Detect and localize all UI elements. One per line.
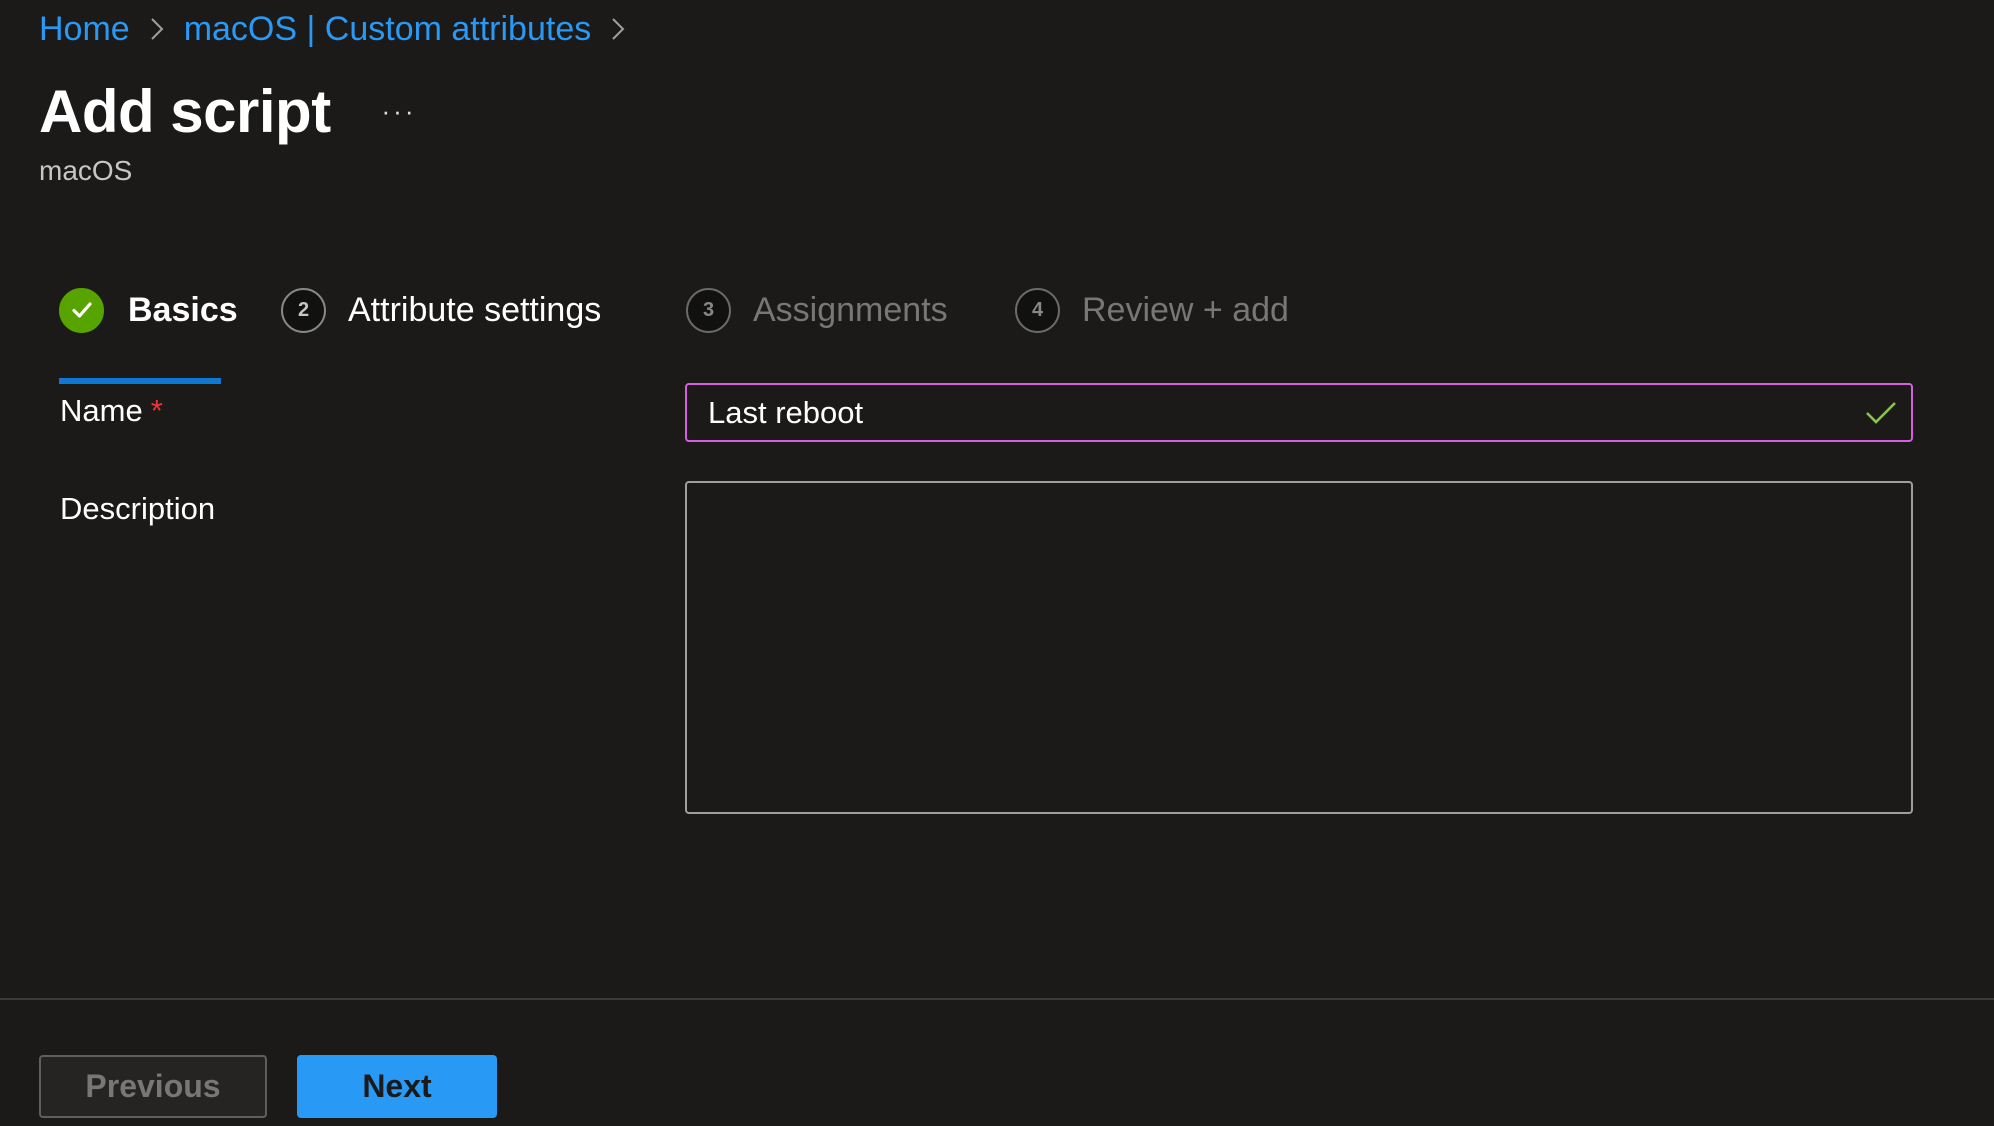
active-tab-indicator xyxy=(59,378,221,384)
tab-label: Attribute settings xyxy=(348,290,602,329)
previous-button[interactable]: Previous xyxy=(39,1055,267,1118)
step-completed-check-icon xyxy=(59,287,104,333)
name-input[interactable] xyxy=(687,385,1863,440)
wizard-steps: Basics 2 Attribute settings 3 Assignment… xyxy=(0,282,1994,386)
valid-check-icon xyxy=(1866,401,1896,424)
next-button[interactable]: Next xyxy=(297,1055,497,1118)
tab-review-add[interactable]: 4 Review + add xyxy=(1015,282,1289,338)
description-textarea[interactable] xyxy=(685,481,1913,814)
breadcrumb-custom-attributes-link[interactable]: macOS | Custom attributes xyxy=(184,10,592,49)
description-label: Description xyxy=(60,491,216,526)
more-options-button[interactable]: ··· xyxy=(378,94,420,128)
breadcrumb-home-link[interactable]: Home xyxy=(39,10,130,49)
step-number-icon: 4 xyxy=(1015,287,1060,333)
footer-divider xyxy=(0,998,1994,1000)
more-icon: ··· xyxy=(381,95,417,126)
name-field[interactable] xyxy=(685,383,1913,442)
required-indicator: * xyxy=(150,393,163,428)
page-title: Add script xyxy=(39,78,331,145)
tab-attribute-settings[interactable]: 2 Attribute settings xyxy=(281,282,601,338)
breadcrumb: Home macOS | Custom attributes xyxy=(39,8,645,50)
tab-label: Basics xyxy=(128,290,238,329)
chevron-right-icon xyxy=(609,16,627,42)
step-number-icon: 3 xyxy=(686,287,731,333)
chevron-right-icon xyxy=(148,16,166,42)
tab-label: Assignments xyxy=(753,290,948,329)
page-subtitle: macOS xyxy=(39,155,133,186)
tab-basics[interactable]: Basics xyxy=(59,282,238,338)
step-number-icon: 2 xyxy=(281,287,326,333)
name-label-text: Name xyxy=(60,393,143,428)
tab-assignments[interactable]: 3 Assignments xyxy=(686,282,948,338)
name-label: Name * xyxy=(60,393,163,429)
tab-label: Review + add xyxy=(1082,290,1289,329)
